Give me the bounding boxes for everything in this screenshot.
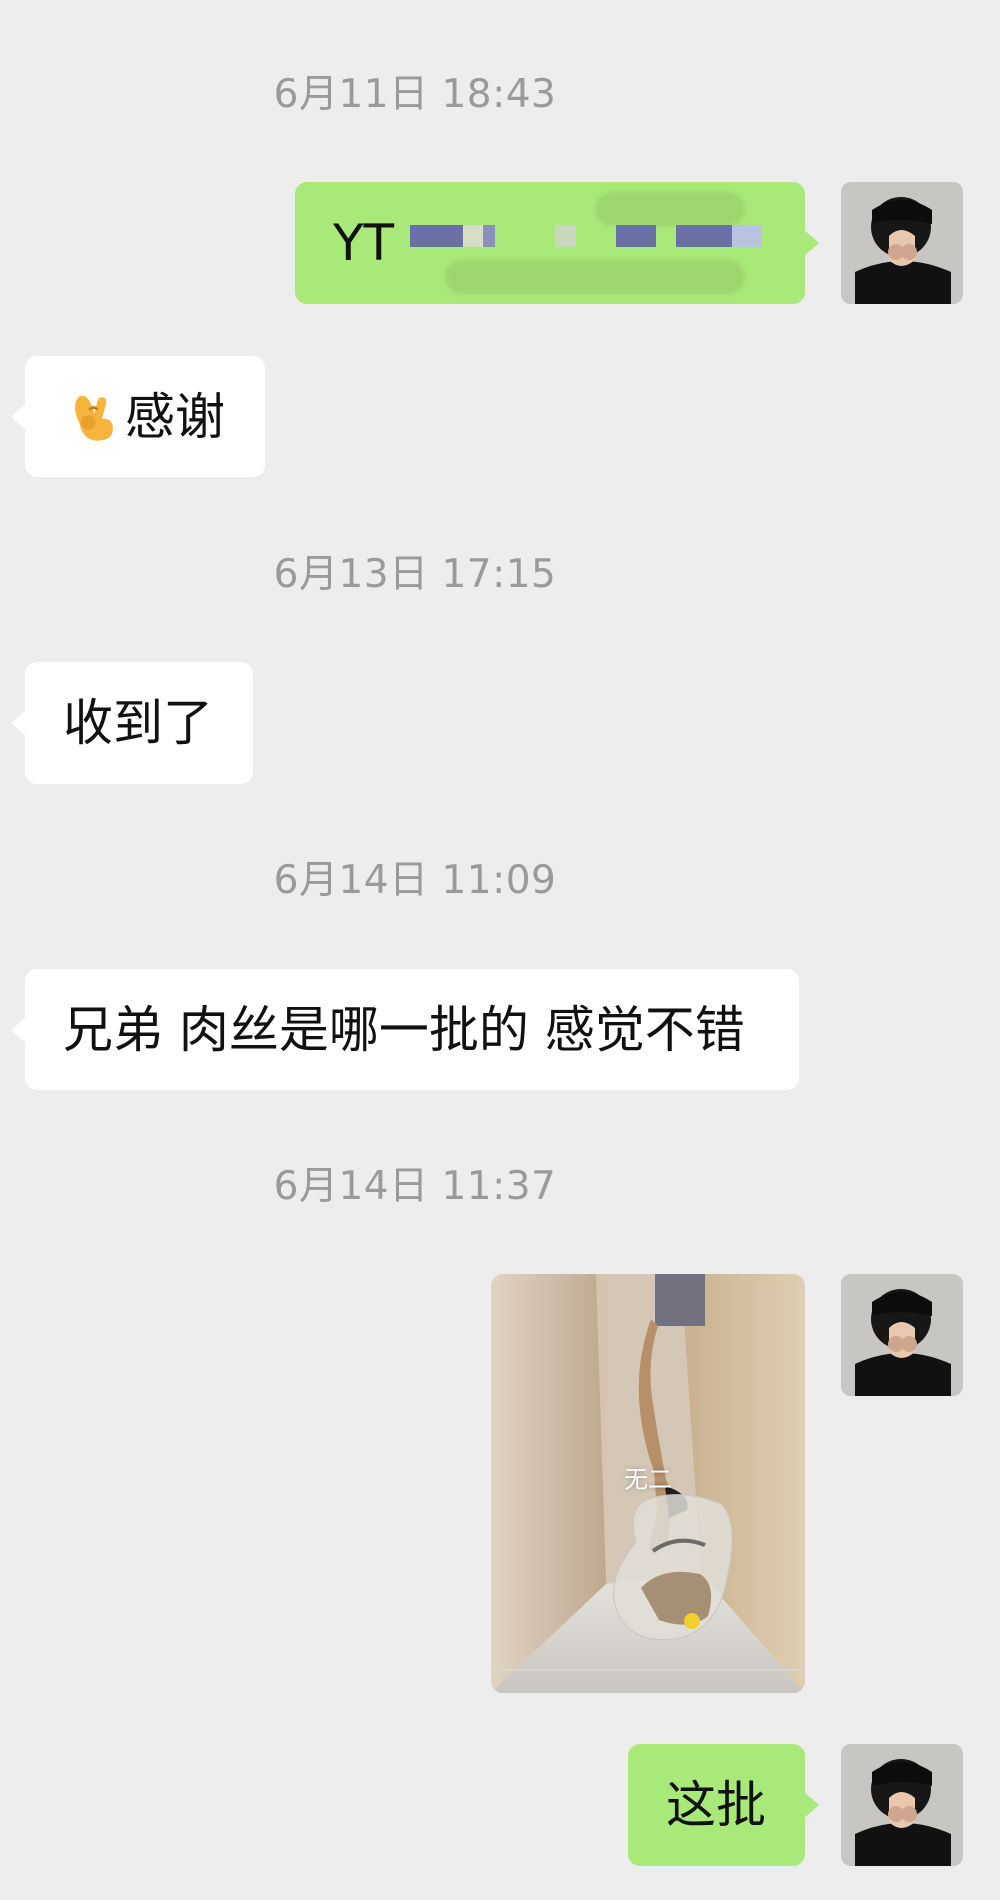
avatar[interactable] <box>841 1274 963 1396</box>
avatar[interactable] <box>841 1744 963 1866</box>
redaction-blur <box>445 260 745 294</box>
timestamp: 6月14日 11:37 <box>273 1164 557 1209</box>
ok-hand-emoji-icon <box>63 388 121 446</box>
incoming-message[interactable]: 感谢 <box>25 356 265 477</box>
outgoing-message-redacted[interactable]: YT <box>295 182 805 304</box>
timestamp: 6月13日 17:15 <box>273 552 557 597</box>
avatar-icon <box>841 1274 963 1396</box>
timestamp: 6月11日 18:43 <box>273 72 557 117</box>
avatar-icon <box>841 182 963 304</box>
message-text: 这批 <box>666 1776 766 1834</box>
outgoing-message[interactable]: 这批 <box>628 1744 805 1866</box>
incoming-message[interactable]: 收到了 <box>25 662 253 784</box>
message-text: 收到了 <box>63 694 213 752</box>
redaction-mosaic <box>410 225 762 247</box>
avatar-icon <box>841 1744 963 1866</box>
avatar[interactable] <box>841 182 963 304</box>
message-text: 兄弟 肉丝是哪一批的 感觉不错 <box>63 1000 745 1059</box>
redaction-blur <box>595 192 745 226</box>
photo-overlay-text: 无二 <box>624 1465 672 1494</box>
timestamp: 6月14日 11:09 <box>273 858 557 903</box>
chat-window: 6月11日 18:43 YT 感谢 6月13日 17:15 收到了 6月14日 … <box>0 0 1000 1900</box>
message-text: YT <box>333 214 395 272</box>
outgoing-image-message[interactable]: 无二 <box>491 1274 805 1693</box>
message-text: 感谢 <box>125 387 225 446</box>
incoming-message[interactable]: 兄弟 肉丝是哪一批的 感觉不错 <box>25 969 799 1090</box>
